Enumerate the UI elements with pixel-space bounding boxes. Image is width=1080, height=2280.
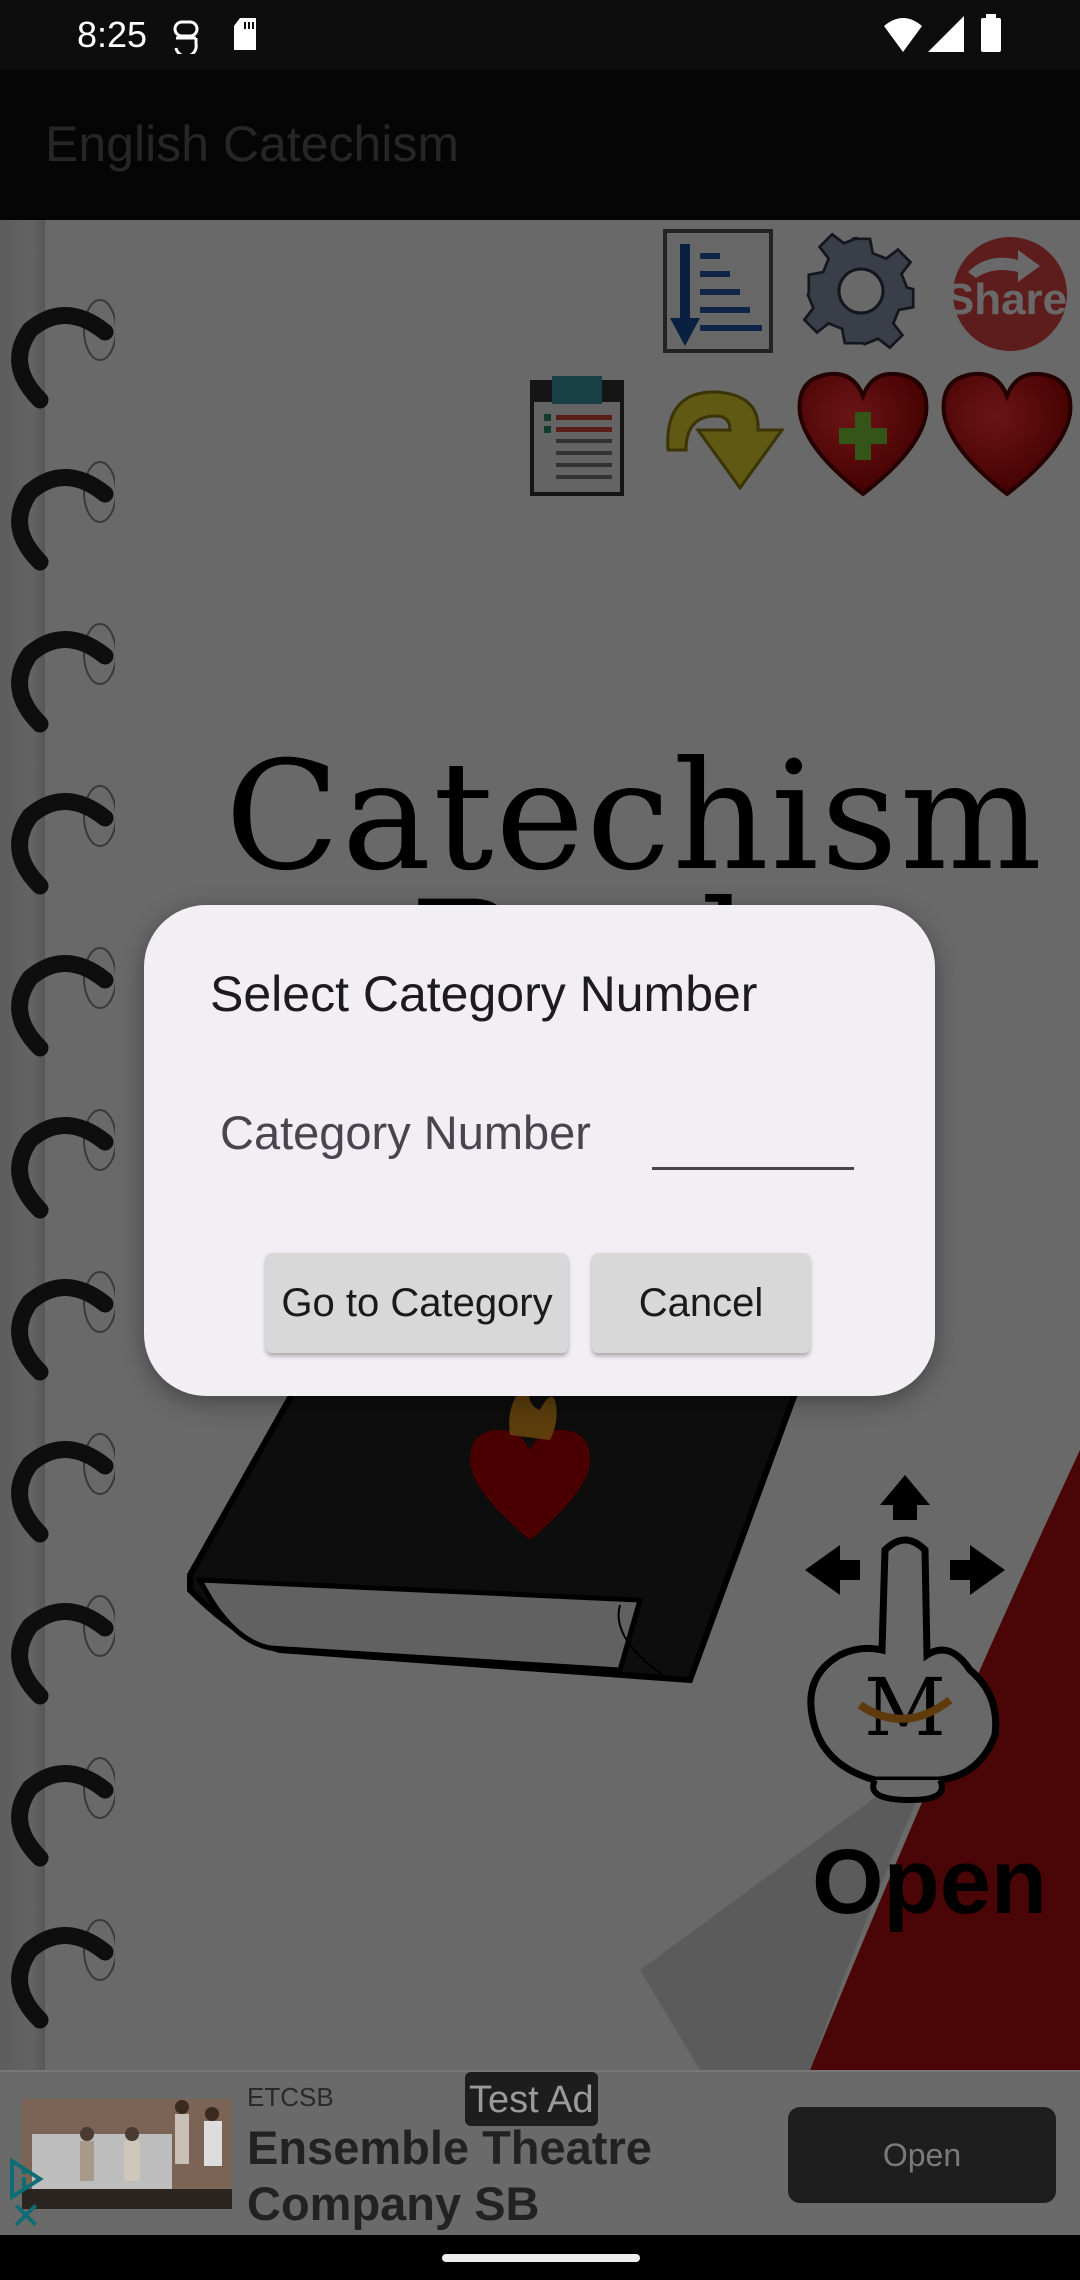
ad-choices-icon[interactable]: [8, 2157, 44, 2201]
ad-open-button[interactable]: Open: [788, 2107, 1056, 2203]
sd-card-icon: [234, 18, 256, 50]
ad-image[interactable]: [22, 2099, 232, 2209]
status-bar: 8:25: [0, 0, 1080, 70]
ad-banner[interactable]: ✕ ETCSB Ensemble Theatre Company SB Test…: [0, 2070, 1080, 2237]
cancel-button[interactable]: Cancel: [592, 1253, 810, 1353]
ad-headline[interactable]: Ensemble Theatre Company SB: [247, 2120, 707, 2232]
category-number-input[interactable]: [652, 1115, 854, 1170]
select-category-dialog: Select Category Number Category Number G…: [144, 905, 935, 1396]
home-gesture-handle[interactable]: [442, 2254, 640, 2262]
theatre-photo: [22, 2099, 232, 2209]
category-number-label: Category Number: [220, 1106, 591, 1159]
navigation-bar: [0, 2235, 1080, 2280]
ad-close-icon[interactable]: ✕: [10, 2198, 42, 2236]
dialog-title: Select Category Number: [210, 966, 758, 1022]
test-ad-badge: Test Ad: [465, 2072, 598, 2126]
status-time: 8:25: [77, 14, 148, 55]
signal-icon: [928, 16, 964, 52]
vpn-key-icon: [173, 20, 199, 54]
wifi-icon: [884, 18, 922, 52]
battery-icon: [981, 14, 1001, 52]
ad-advertiser: ETCSB: [247, 2082, 334, 2112]
go-to-category-button[interactable]: Go to Category: [266, 1253, 568, 1353]
